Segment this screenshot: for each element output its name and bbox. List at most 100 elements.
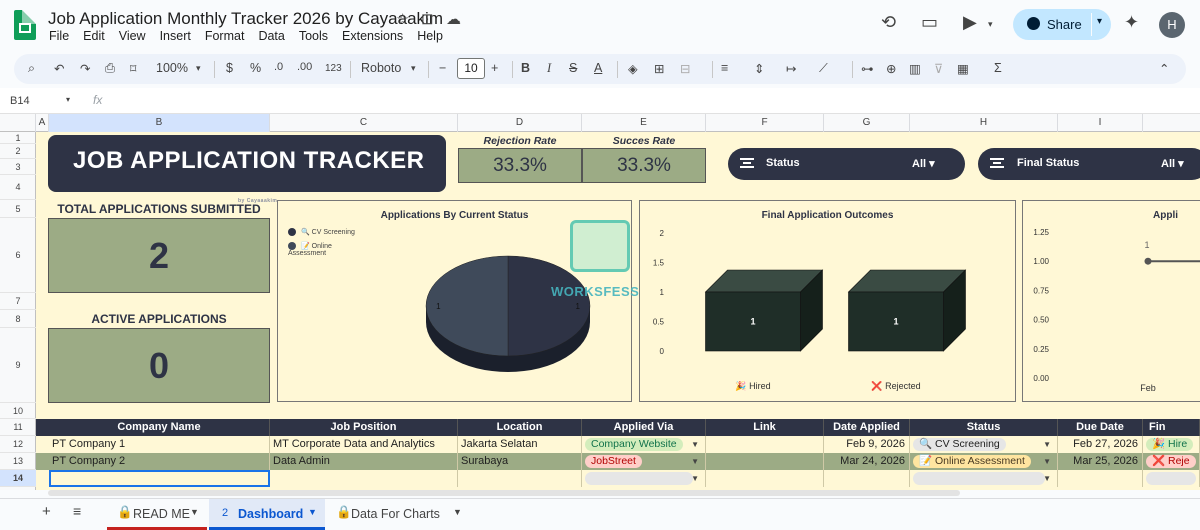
undo-icon[interactable]: ↶ <box>54 61 64 76</box>
menu-view[interactable]: View <box>119 29 146 43</box>
applied-via-cell[interactable]: ▼ <box>582 470 706 487</box>
insert-chart-icon[interactable]: ▥ <box>909 61 921 76</box>
location-cell[interactable] <box>458 470 582 487</box>
outcomes-bar-chart[interactable]: Final Application Outcomes 2 1.5 1 0.5 0 1 🎉 H… <box>639 200 1016 402</box>
dropdown-icon[interactable]: ▼ <box>1043 470 1051 487</box>
fill-color-icon[interactable]: ◈ <box>628 61 638 76</box>
final-status-chip[interactable]: ❌ Reje <box>1146 455 1196 468</box>
merge-cells-icon[interactable]: ⊟ <box>680 61 690 76</box>
text-color-icon[interactable]: A <box>594 61 602 75</box>
share-button[interactable]: Share ▾ <box>1013 9 1111 40</box>
row-header[interactable]: 14 <box>0 470 36 487</box>
position-cell[interactable]: Data Admin <box>270 453 458 470</box>
empty-chip[interactable] <box>585 472 693 485</box>
dropdown-icon[interactable]: ▼ <box>1043 436 1051 453</box>
comments-icon[interactable]: ▭ <box>921 12 938 33</box>
selected-cell[interactable] <box>49 470 270 487</box>
percent-button[interactable]: % <box>250 61 261 75</box>
applied-via-cell[interactable]: JobStreet ▼ <box>582 453 706 470</box>
column-header-i[interactable]: I <box>1058 114 1143 132</box>
col-final-status[interactable]: Fin <box>1143 419 1200 436</box>
location-cell[interactable]: Surabaya <box>458 453 582 470</box>
status-cell[interactable]: ▼ <box>910 470 1058 487</box>
date-applied-cell[interactable]: Feb 9, 2026 <box>824 436 910 453</box>
dropdown-icon[interactable]: ▼ <box>691 453 699 470</box>
empty-chip[interactable] <box>913 472 1045 485</box>
font-size-increase-icon[interactable]: + <box>491 61 498 75</box>
column-header-b[interactable]: B <box>49 114 270 132</box>
empty-chip[interactable] <box>1146 472 1196 485</box>
final-status-cell[interactable]: 🎉 Hire <box>1143 436 1200 453</box>
status-chip[interactable]: 🔍 CV Screening <box>913 438 1006 451</box>
position-cell[interactable]: MT Corporate Data and Analytics <box>270 436 458 453</box>
font-size-input[interactable]: 10 <box>457 58 485 79</box>
date-applied-cell[interactable]: Mar 24, 2026 <box>824 453 910 470</box>
menu-help[interactable]: Help <box>417 29 443 43</box>
text-wrap-icon[interactable]: ↦ <box>786 61 796 76</box>
row-header[interactable]: 10 <box>0 403 36 419</box>
tab-dropdown-icon[interactable]: ▼ <box>453 507 462 517</box>
share-dropdown-icon[interactable]: ▾ <box>1097 16 1102 27</box>
table-row[interactable]: PT Company 2 Data Admin Surabaya JobStre… <box>36 453 1200 470</box>
gemini-icon[interactable]: ✦ <box>1124 12 1139 33</box>
search-menus-icon[interactable]: ⌕ <box>28 61 35 76</box>
menu-file[interactable]: File <box>49 29 69 43</box>
font-dropdown-icon[interactable]: ▾ <box>411 63 416 74</box>
final-status-cell[interactable] <box>1143 470 1200 487</box>
column-header-g[interactable]: G <box>824 114 910 132</box>
row-header[interactable]: 3 <box>0 159 36 175</box>
text-rotation-icon[interactable]: ⟋ <box>819 61 828 76</box>
status-cell[interactable]: 📝 Online Assessment ▼ <box>910 453 1058 470</box>
tab-read-me[interactable]: 🔒 READ ME ▼ <box>107 499 207 530</box>
menu-edit[interactable]: Edit <box>83 29 105 43</box>
company-cell[interactable]: PT Company 1 <box>49 436 270 453</box>
meet-dropdown-icon[interactable]: ▾ <box>988 19 993 30</box>
column-header-a[interactable]: A <box>36 114 49 132</box>
currency-button[interactable]: $ <box>226 61 233 75</box>
position-cell[interactable] <box>270 470 458 487</box>
dropdown-icon[interactable]: ▼ <box>691 436 699 453</box>
all-sheets-icon[interactable]: ≡ <box>73 503 81 519</box>
align-vertical-icon[interactable]: ⇕ <box>754 61 764 76</box>
menu-extensions[interactable]: Extensions <box>342 29 403 43</box>
table-row-empty[interactable]: ▼ ▼ <box>36 470 1200 487</box>
column-header-h[interactable]: H <box>910 114 1058 132</box>
final-status-filter[interactable]: Final Status All ▾ <box>978 148 1200 180</box>
table-views-icon[interactable]: ▦ <box>957 61 969 76</box>
company-cell[interactable]: PT Company 2 <box>49 453 270 470</box>
link-cell[interactable] <box>706 453 824 470</box>
tab-data-for-charts[interactable]: 🔒 Data For Charts ▼ <box>330 499 465 530</box>
row-header[interactable]: 7 <box>0 293 36 310</box>
col-date-applied[interactable]: Date Applied <box>824 419 910 436</box>
column-header-d[interactable]: D <box>458 114 582 132</box>
menu-data[interactable]: Data <box>258 29 284 43</box>
applied-via-cell[interactable]: Company Website ▼ <box>582 436 706 453</box>
insert-comment-icon[interactable]: ⊕ <box>886 61 896 76</box>
select-all-corner[interactable] <box>0 114 36 132</box>
print-icon[interactable]: ⎙ <box>105 61 115 76</box>
tab-dropdown-icon[interactable]: ▼ <box>308 507 317 517</box>
col-applied-via[interactable]: Applied Via <box>582 419 706 436</box>
name-box-dropdown-icon[interactable]: ▾ <box>66 95 70 104</box>
row-header[interactable]: 9 <box>0 328 36 403</box>
redo-icon[interactable]: ↷ <box>80 61 90 76</box>
sheets-logo-icon[interactable] <box>14 10 36 40</box>
star-icon[interactable]: ☆ <box>396 10 409 28</box>
align-horizontal-icon[interactable]: ≡ <box>721 61 728 75</box>
col-company[interactable]: Company Name <box>49 419 270 436</box>
avatar[interactable]: H <box>1159 12 1185 38</box>
move-folder-icon[interactable]: ⊡ <box>421 10 434 28</box>
borders-icon[interactable]: ⊞ <box>654 61 664 76</box>
applications-line-chart[interactable]: Appli 1.25 1.00 0.75 0.50 0.25 0.00 1 Feb <box>1022 200 1200 402</box>
row-header[interactable]: 5 <box>0 200 36 218</box>
final-status-chip[interactable]: 🎉 Hire <box>1146 438 1194 451</box>
add-sheet-icon[interactable]: + <box>42 503 51 520</box>
insert-link-icon[interactable]: ⊶ <box>861 61 874 76</box>
dropdown-icon[interactable]: ▼ <box>1043 453 1051 470</box>
dropdown-icon[interactable]: ▼ <box>691 470 699 487</box>
col-due-date[interactable]: Due Date <box>1058 419 1143 436</box>
row-header[interactable]: 4 <box>0 175 36 200</box>
tab-dropdown-icon[interactable]: ▼ <box>190 507 199 517</box>
row-header[interactable]: 11 <box>0 419 36 436</box>
col-status[interactable]: Status <box>910 419 1058 436</box>
